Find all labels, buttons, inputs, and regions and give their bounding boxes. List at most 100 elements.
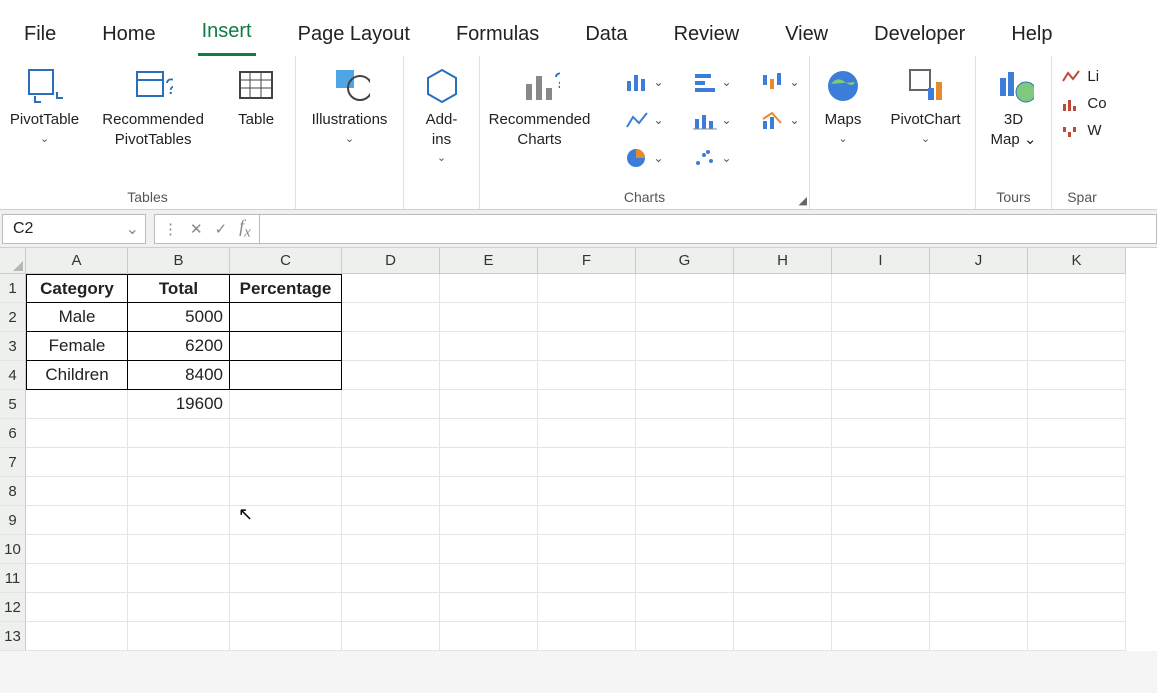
- cell-E8[interactable]: [440, 477, 538, 506]
- pivottable-button[interactable]: PivotTable ⌄: [4, 62, 85, 153]
- cell-G2[interactable]: [636, 303, 734, 332]
- row-header-5[interactable]: 5: [0, 390, 26, 419]
- line-chart-button[interactable]: ⌄: [615, 102, 675, 138]
- bar-chart-button[interactable]: ⌄: [683, 64, 743, 100]
- cell-J7[interactable]: [930, 448, 1028, 477]
- cell-B5[interactable]: 19600: [128, 390, 230, 419]
- cell-D12[interactable]: [342, 593, 440, 622]
- cell-J1[interactable]: [930, 274, 1028, 303]
- cell-A2[interactable]: Male: [26, 303, 128, 332]
- scatter-chart-button[interactable]: ⌄: [683, 140, 743, 176]
- cell-D5[interactable]: [342, 390, 440, 419]
- row-header-8[interactable]: 8: [0, 477, 26, 506]
- cell-E11[interactable]: [440, 564, 538, 593]
- cell-D2[interactable]: [342, 303, 440, 332]
- cell-H9[interactable]: [734, 506, 832, 535]
- cell-F11[interactable]: [538, 564, 636, 593]
- name-box[interactable]: C2 ⌄: [2, 214, 146, 244]
- cell-I7[interactable]: [832, 448, 930, 477]
- charts-dialog-launcher[interactable]: ◢: [799, 194, 807, 207]
- cell-I2[interactable]: [832, 303, 930, 332]
- cell-A4[interactable]: Children: [26, 361, 128, 390]
- cell-C13[interactable]: [230, 622, 342, 651]
- cell-G7[interactable]: [636, 448, 734, 477]
- cell-A12[interactable]: [26, 593, 128, 622]
- cell-G6[interactable]: [636, 419, 734, 448]
- cell-C4[interactable]: [230, 361, 342, 390]
- cell-C5[interactable]: [230, 390, 342, 419]
- cell-D6[interactable]: [342, 419, 440, 448]
- tab-insert[interactable]: Insert: [198, 14, 256, 56]
- cell-K10[interactable]: [1028, 535, 1126, 564]
- cell-C12[interactable]: [230, 593, 342, 622]
- cell-F8[interactable]: [538, 477, 636, 506]
- column-header-G[interactable]: G: [636, 248, 734, 274]
- illustrations-button[interactable]: Illustrations ⌄: [306, 62, 394, 149]
- cell-G13[interactable]: [636, 622, 734, 651]
- cell-F4[interactable]: [538, 361, 636, 390]
- cell-I3[interactable]: [832, 332, 930, 361]
- cell-A13[interactable]: [26, 622, 128, 651]
- cell-C10[interactable]: [230, 535, 342, 564]
- column-chart-button[interactable]: ⌄: [615, 64, 675, 100]
- cell-E10[interactable]: [440, 535, 538, 564]
- select-all-corner[interactable]: [0, 248, 26, 274]
- waterfall-chart-button[interactable]: ⌄: [751, 64, 811, 100]
- cell-F10[interactable]: [538, 535, 636, 564]
- cell-G12[interactable]: [636, 593, 734, 622]
- cell-I5[interactable]: [832, 390, 930, 419]
- cell-H2[interactable]: [734, 303, 832, 332]
- cell-A5[interactable]: [26, 390, 128, 419]
- column-header-A[interactable]: A: [26, 248, 128, 274]
- sparkline-column-button[interactable]: Co: [1057, 93, 1110, 114]
- row-header-6[interactable]: 6: [0, 419, 26, 448]
- cell-F2[interactable]: [538, 303, 636, 332]
- combo-chart-button[interactable]: ⌄: [751, 102, 811, 138]
- cell-B7[interactable]: [128, 448, 230, 477]
- cell-A10[interactable]: [26, 535, 128, 564]
- row-header-13[interactable]: 13: [0, 622, 26, 651]
- cell-J2[interactable]: [930, 303, 1028, 332]
- cell-B9[interactable]: [128, 506, 230, 535]
- recommended-charts-button[interactable]: ? Recommended Charts: [475, 62, 605, 153]
- 3d-map-button[interactable]: 3DMap ⌄: [979, 62, 1049, 153]
- row-header-11[interactable]: 11: [0, 564, 26, 593]
- cell-I10[interactable]: [832, 535, 930, 564]
- cell-F9[interactable]: [538, 506, 636, 535]
- tab-developer[interactable]: Developer: [870, 17, 969, 56]
- tab-help[interactable]: Help: [1007, 17, 1056, 56]
- cell-B13[interactable]: [128, 622, 230, 651]
- tab-page-layout[interactable]: Page Layout: [294, 17, 414, 56]
- column-header-E[interactable]: E: [440, 248, 538, 274]
- more-icon[interactable]: ⋮: [163, 220, 178, 238]
- pivotchart-button[interactable]: PivotChart ⌄: [884, 62, 966, 149]
- column-header-F[interactable]: F: [538, 248, 636, 274]
- cell-I1[interactable]: [832, 274, 930, 303]
- cell-K2[interactable]: [1028, 303, 1126, 332]
- tab-file[interactable]: File: [20, 17, 60, 56]
- cell-K1[interactable]: [1028, 274, 1126, 303]
- cell-E9[interactable]: [440, 506, 538, 535]
- cell-D1[interactable]: [342, 274, 440, 303]
- cell-B3[interactable]: 6200: [128, 332, 230, 361]
- formula-input[interactable]: [260, 214, 1157, 244]
- table-button[interactable]: Table: [221, 62, 291, 153]
- cell-F5[interactable]: [538, 390, 636, 419]
- addins-button[interactable]: Add- ins ⌄: [407, 62, 477, 168]
- cell-F13[interactable]: [538, 622, 636, 651]
- cell-B10[interactable]: [128, 535, 230, 564]
- cell-G10[interactable]: [636, 535, 734, 564]
- column-header-C[interactable]: C: [230, 248, 342, 274]
- cell-B1[interactable]: Total: [128, 274, 230, 303]
- cell-I12[interactable]: [832, 593, 930, 622]
- cell-E2[interactable]: [440, 303, 538, 332]
- cell-H4[interactable]: [734, 361, 832, 390]
- cell-H3[interactable]: [734, 332, 832, 361]
- cell-J11[interactable]: [930, 564, 1028, 593]
- cell-H11[interactable]: [734, 564, 832, 593]
- recommended-pivottables-button[interactable]: ? Recommended PivotTables: [91, 62, 215, 153]
- cell-C2[interactable]: [230, 303, 342, 332]
- tab-review[interactable]: Review: [670, 17, 744, 56]
- chevron-down-icon[interactable]: ⌄: [126, 219, 139, 239]
- cell-D4[interactable]: [342, 361, 440, 390]
